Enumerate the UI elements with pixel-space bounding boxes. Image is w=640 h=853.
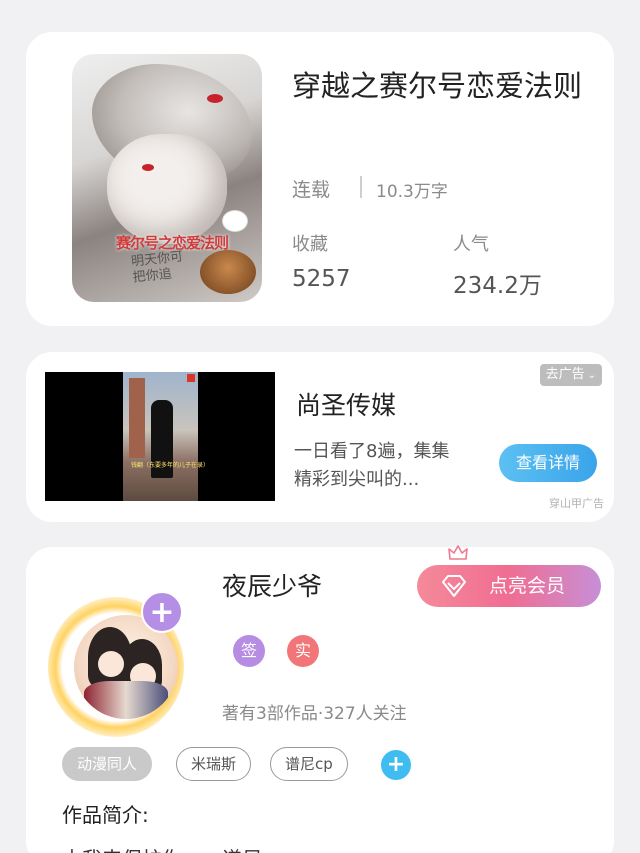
book-card[interactable]: 赛尔号之恋爱法则 明天你可 把你追 穿越之赛尔号恋爱法则 连载 10.3万字 收…: [26, 32, 614, 326]
favorites-value: 5257: [292, 266, 351, 292]
diamond-icon: [442, 575, 466, 597]
intro-text: 由我来保护你……谱尼: [62, 843, 262, 853]
ad-video[interactable]: 钱翻（东要多年的儿子在录）: [45, 372, 275, 501]
book-word-count: 10.3万字: [376, 182, 448, 202]
author-stats: 著有3部作品·327人关注: [222, 704, 407, 724]
intro-heading: 作品简介:: [62, 803, 149, 827]
signed-badge: 签: [233, 635, 265, 667]
tag-pill[interactable]: 谱尼cp: [270, 747, 348, 781]
book-title: 穿越之赛尔号恋爱法则: [292, 69, 583, 103]
remove-ad-label: 去广告: [545, 367, 585, 382]
ad-title: 尚圣传媒: [296, 391, 397, 420]
verified-badge: 实: [287, 635, 319, 667]
book-status: 连载: [292, 179, 331, 201]
view-details-button[interactable]: 查看详情: [499, 444, 597, 482]
follow-plus-icon[interactable]: +: [141, 591, 183, 633]
author-card: + 夜辰少爷 点亮会员 签 实 著有3部作品·327人关注 动漫同人 米瑞斯 谱…: [26, 545, 614, 853]
popularity-label: 人气: [453, 234, 489, 255]
popularity-value: 234.2万: [453, 273, 542, 299]
ad-card[interactable]: 钱翻（东要多年的儿子在录） 尚圣传媒 一日看了8遍，集集精彩到尖叫的... 去广…: [26, 352, 614, 522]
ad-description: 一日看了8遍，集集精彩到尖叫的...: [294, 441, 450, 490]
vip-member-label: 点亮会员: [489, 575, 566, 597]
vip-member-button[interactable]: 点亮会员: [417, 565, 601, 607]
author-name[interactable]: 夜辰少爷: [222, 567, 322, 603]
tag-pill[interactable]: 动漫同人: [62, 747, 153, 781]
ad-source-label: 穿山甲广告: [549, 497, 604, 510]
book-cover-image[interactable]: 赛尔号之恋爱法则 明天你可 把你追: [72, 54, 262, 302]
ad-video-subtitle: 钱翻（东要多年的儿子在录）: [131, 462, 210, 469]
tag-pill[interactable]: 米瑞斯: [176, 747, 252, 781]
cover-scribble: 明天你可 把你追: [130, 249, 184, 286]
divider: [360, 176, 362, 198]
add-tag-plus-icon[interactable]: +: [381, 750, 411, 780]
chevron-down-icon: ⌄: [587, 370, 596, 381]
favorites-label: 收藏: [292, 234, 328, 255]
crown-icon: [448, 545, 468, 560]
remove-ad-button[interactable]: 去广告 ⌄: [539, 364, 602, 386]
